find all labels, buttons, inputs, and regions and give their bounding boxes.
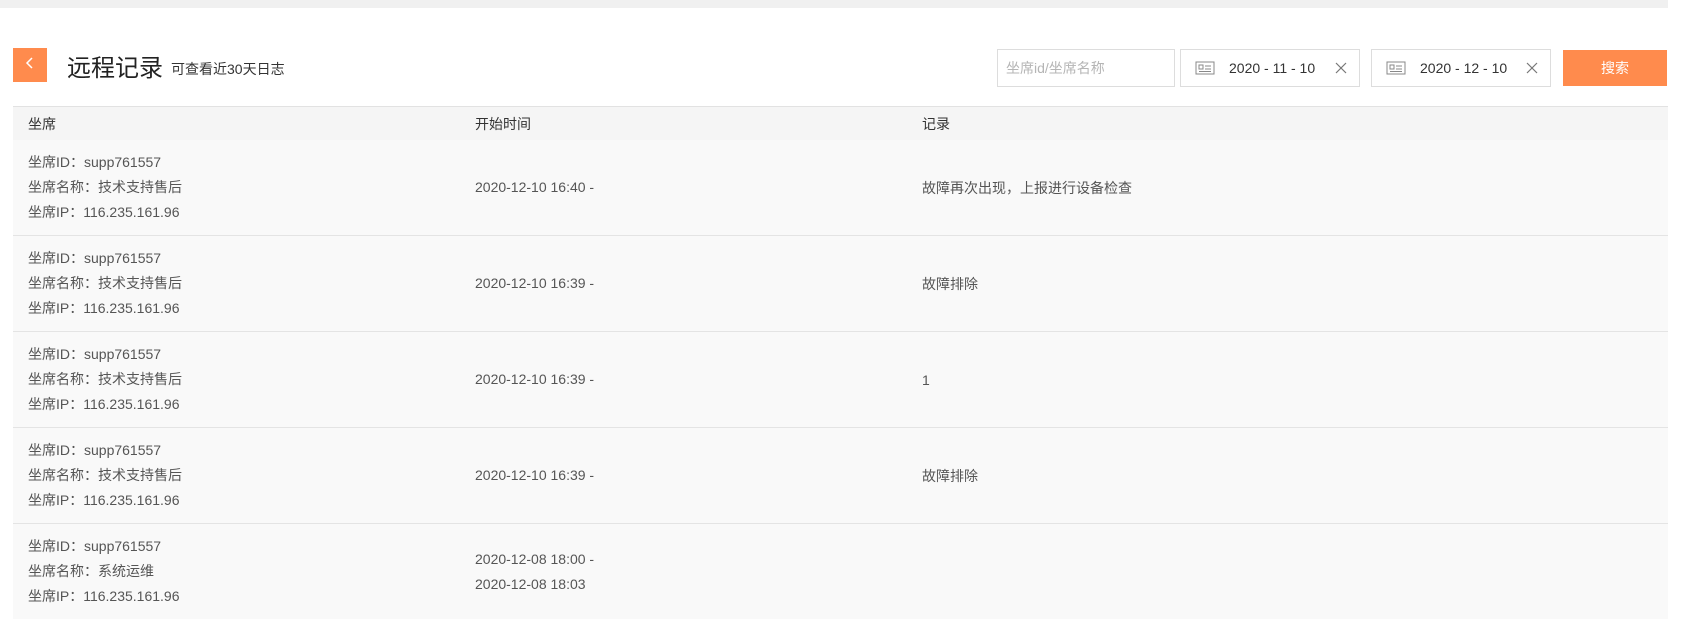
agent-ip: 坐席IP：116.235.161.96 <box>28 396 180 412</box>
agent-cell: 坐席ID：supp761557 坐席名称：技术支持售后 坐席IP：116.235… <box>13 246 460 321</box>
calendar-icon <box>1386 60 1406 76</box>
time-cell: 2020-12-10 16:40 - <box>460 175 907 200</box>
time-cell: 2020-12-10 16:39 - <box>460 463 907 488</box>
table-row: 坐席ID：supp761557 坐席名称：系统运维 坐席IP：116.235.1… <box>13 524 1668 619</box>
start-time: 2020-12-10 16:39 - <box>475 467 595 483</box>
record-cell: 1 <box>922 371 930 388</box>
start-date-picker[interactable]: 2020 - 11 - 10 <box>1180 49 1360 87</box>
column-header-start-time: 开始时间 <box>475 115 531 132</box>
start-time: 2020-12-10 16:39 - <box>475 275 595 291</box>
end-time: 2020-12-08 18:03 <box>475 575 586 592</box>
start-time: 2020-12-10 16:40 - <box>475 179 595 195</box>
table-row: 坐席ID：supp761557 坐席名称：技术支持售后 坐席IP：116.235… <box>13 236 1668 332</box>
close-icon[interactable] <box>1526 61 1540 75</box>
record-cell: 故障排除 <box>922 275 978 292</box>
filter-bar: 2020 - 11 - 10 2020 - 12 - 10 搜索 <box>997 49 1667 87</box>
agent-ip: 坐席IP：116.235.161.96 <box>28 588 180 604</box>
end-date-value: 2020 - 12 - 10 <box>1420 60 1508 76</box>
page-title: 远程记录 <box>67 54 163 82</box>
time-cell: 2020-12-10 16:39 - <box>460 367 907 392</box>
table-row: 坐席ID：supp761557 坐席名称：技术支持售后 坐席IP：116.235… <box>13 140 1668 236</box>
agent-cell: 坐席ID：supp761557 坐席名称：技术支持售后 坐席IP：116.235… <box>13 342 460 417</box>
page-header: 远程记录 可查看近30天日志 <box>13 48 285 82</box>
agent-name: 坐席名称：技术支持售后 <box>28 179 182 195</box>
record-cell: 故障排除 <box>922 467 978 484</box>
start-time: 2020-12-08 18:00 - <box>475 550 595 567</box>
agent-id: 坐席ID：supp761557 <box>28 538 162 554</box>
column-header-agent: 坐席 <box>28 115 56 132</box>
start-time: 2020-12-10 16:39 - <box>475 371 595 387</box>
page-subtitle: 可查看近30天日志 <box>171 60 285 77</box>
agent-id: 坐席ID：supp761557 <box>28 442 162 458</box>
search-button[interactable]: 搜索 <box>1563 50 1667 86</box>
end-date-picker[interactable]: 2020 - 12 - 10 <box>1371 49 1551 87</box>
calendar-icon <box>1195 60 1215 76</box>
table-row: 坐席ID：supp761557 坐席名称：技术支持售后 坐席IP：116.235… <box>13 332 1668 428</box>
back-button[interactable] <box>13 48 47 82</box>
agent-name: 坐席名称：技术支持售后 <box>28 467 182 483</box>
top-strip <box>0 0 1689 8</box>
agent-cell: 坐席ID：supp761557 坐席名称：技术支持售后 坐席IP：116.235… <box>13 438 460 513</box>
time-cell: 2020-12-08 18:00 - 2020-12-08 18:03 <box>460 547 907 597</box>
right-gutter <box>1668 0 1689 619</box>
search-input[interactable] <box>997 49 1175 87</box>
column-header-record: 记录 <box>922 115 950 132</box>
agent-name: 坐席名称：系统运维 <box>28 563 154 579</box>
chevron-left-icon <box>25 56 35 75</box>
agent-name: 坐席名称：技术支持售后 <box>28 275 182 291</box>
start-date-value: 2020 - 11 - 10 <box>1229 60 1316 76</box>
agent-id: 坐席ID：supp761557 <box>28 346 162 362</box>
agent-id: 坐席ID：supp761557 <box>28 154 162 170</box>
table-row: 坐席ID：supp761557 坐席名称：技术支持售后 坐席IP：116.235… <box>13 428 1668 524</box>
agent-id: 坐席ID：supp761557 <box>28 250 162 266</box>
agent-cell: 坐席ID：supp761557 坐席名称：系统运维 坐席IP：116.235.1… <box>13 534 460 609</box>
agent-ip: 坐席IP：116.235.161.96 <box>28 492 180 508</box>
agent-cell: 坐席ID：supp761557 坐席名称：技术支持售后 坐席IP：116.235… <box>13 150 460 225</box>
agent-name: 坐席名称：技术支持售后 <box>28 371 182 387</box>
agent-ip: 坐席IP：116.235.161.96 <box>28 204 180 220</box>
agent-ip: 坐席IP：116.235.161.96 <box>28 300 180 316</box>
time-cell: 2020-12-10 16:39 - <box>460 271 907 296</box>
records-table: 坐席 开始时间 记录 坐席ID：supp761557 坐席名称：技术支持售后 坐… <box>13 106 1668 619</box>
record-cell: 故障再次出现，上报进行设备检查 <box>922 179 1132 196</box>
close-icon[interactable] <box>1335 61 1349 75</box>
table-header: 坐席 开始时间 记录 <box>13 107 1668 140</box>
